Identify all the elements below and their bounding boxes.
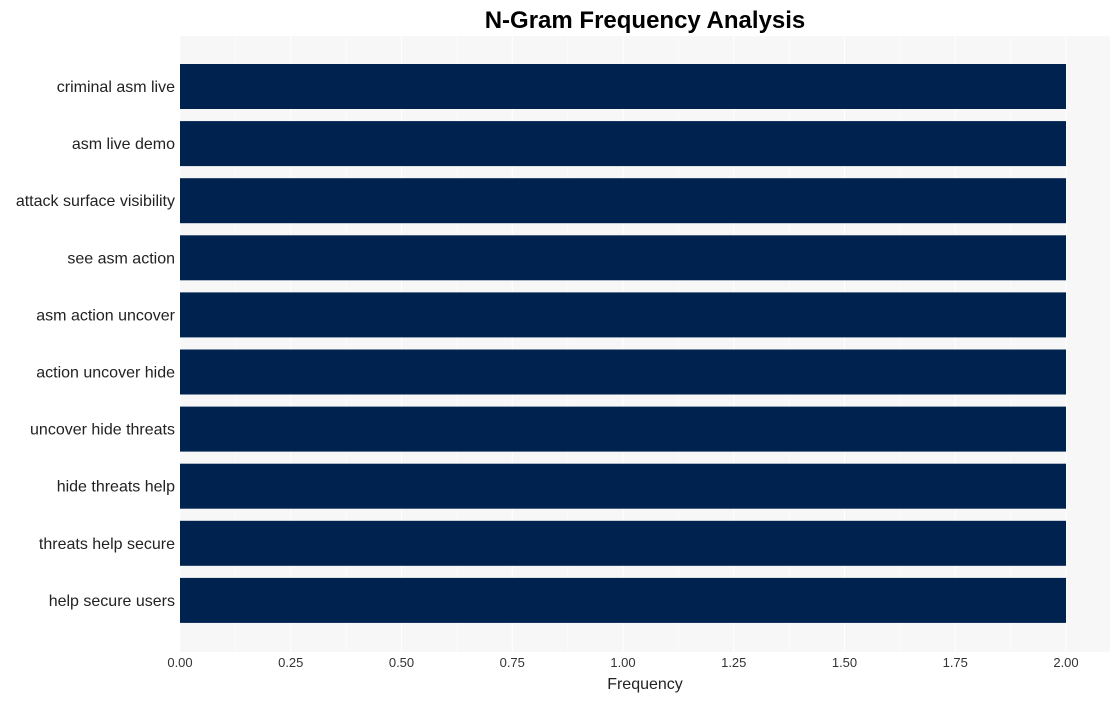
- bar: [180, 349, 1066, 395]
- x-tick-label: 1.25: [721, 655, 746, 670]
- bar: [180, 235, 1066, 281]
- y-tick-label: action uncover hide: [36, 365, 175, 382]
- y-tick-label: help secure users: [49, 593, 175, 610]
- x-tick-label: 0.25: [278, 655, 303, 670]
- bar: [180, 520, 1066, 566]
- y-tick-label: attack surface visibility: [16, 193, 175, 210]
- bar: [180, 292, 1066, 338]
- y-tick-label: asm action uncover: [36, 307, 175, 324]
- y-tick-label: threats help secure: [39, 536, 175, 553]
- x-axis-label: Frequency: [607, 676, 683, 693]
- x-tick-label: 2.00: [1053, 655, 1078, 670]
- x-tick-label: 1.50: [832, 655, 857, 670]
- bar: [180, 64, 1066, 109]
- y-tick-label: asm live demo: [72, 136, 175, 153]
- y-tick-label: see asm action: [67, 250, 175, 267]
- chart-title: N-Gram Frequency Analysis: [485, 7, 806, 34]
- y-axis-labels: criminal asm live asm live demo attack sur…: [16, 79, 176, 610]
- x-tick-label: 1.00: [610, 655, 635, 670]
- x-tick-label: 1.75: [943, 655, 968, 670]
- bar: [180, 121, 1066, 167]
- x-tick-label: 0.00: [167, 655, 192, 670]
- bar: [180, 577, 1066, 623]
- y-tick-label: uncover hide threats: [30, 422, 175, 439]
- x-tick-label: 0.75: [500, 655, 525, 670]
- bar: [180, 463, 1066, 509]
- y-tick-label: hide threats help: [57, 479, 175, 496]
- y-tick-label: criminal asm live: [57, 79, 175, 96]
- x-tick-label: 0.50: [389, 655, 414, 670]
- ngram-chart: N-Gram Frequency Analysis criminal asm l…: [16, 7, 1111, 693]
- bar: [180, 406, 1066, 452]
- x-axis-ticks: 0.00 0.25 0.50 0.75 1.00 1.25 1.50 1.75 2.00: [167, 655, 1078, 670]
- bar: [180, 178, 1066, 224]
